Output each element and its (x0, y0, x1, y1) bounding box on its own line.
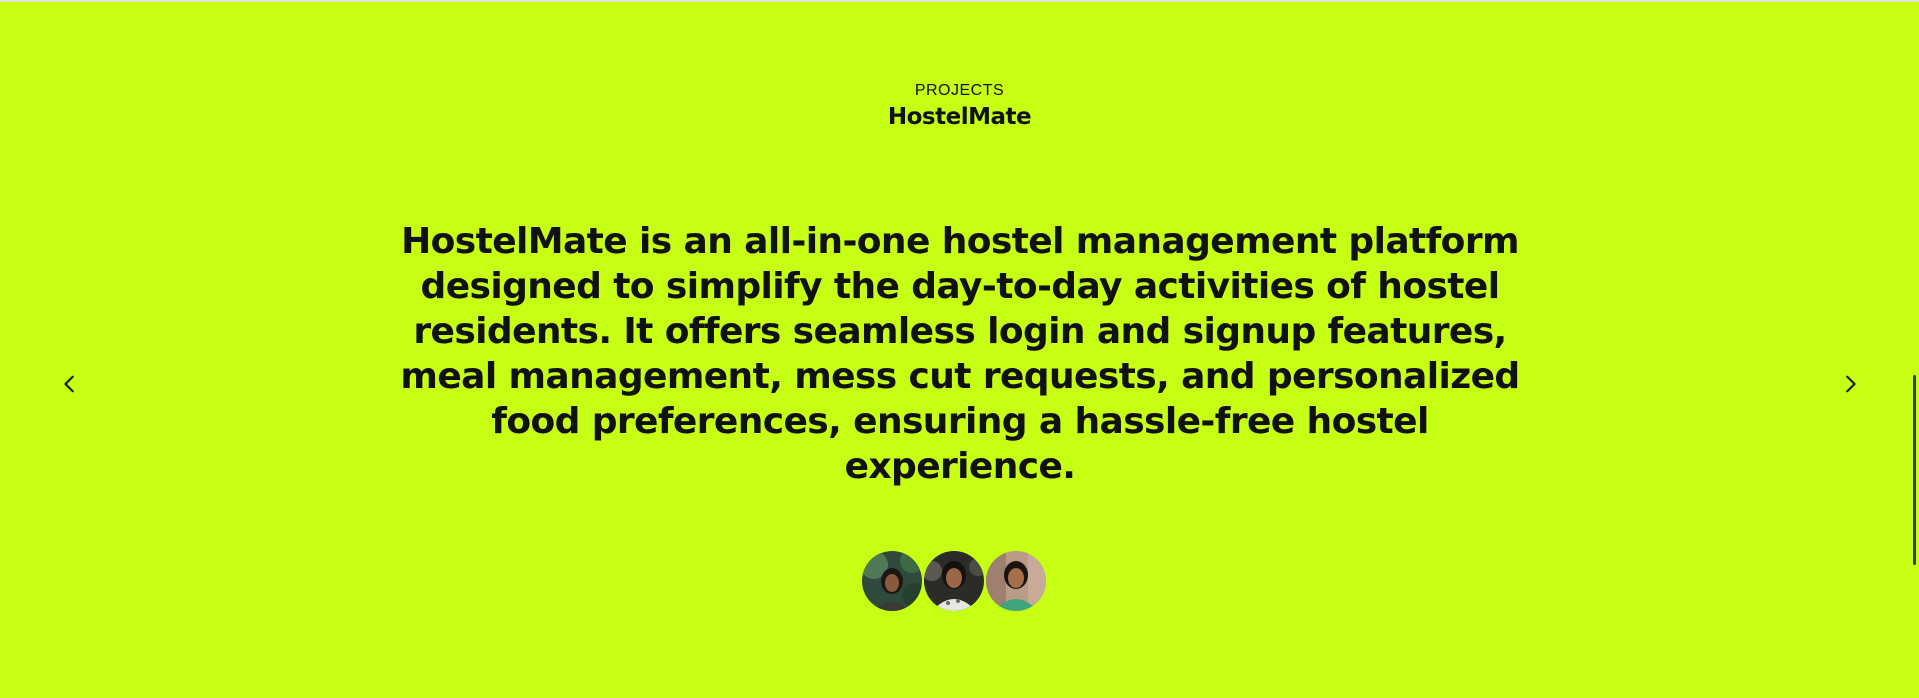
project-description: HostelMate is an all-in-one hostel manag… (400, 221, 1520, 487)
previous-project-button[interactable] (52, 366, 88, 402)
avatar-photo (924, 551, 984, 611)
top-divider (0, 0, 1919, 2)
project-title: HostelMate (887, 104, 1032, 130)
section-eyebrow: PROJECTS (914, 82, 1005, 99)
avatar-photo (986, 551, 1046, 611)
avatar-photo (862, 551, 922, 611)
avatar[interactable] (986, 551, 1046, 611)
team-avatars (862, 551, 1046, 611)
projects-section: PROJECTS HostelMate HostelMate is an all… (0, 0, 1919, 698)
avatar[interactable] (924, 551, 984, 611)
avatar[interactable] (862, 551, 922, 611)
chevron-right-icon (1846, 375, 1856, 393)
scrollbar-thumb[interactable] (1913, 375, 1916, 565)
chevron-left-icon (64, 375, 74, 393)
next-project-button[interactable] (1832, 366, 1868, 402)
